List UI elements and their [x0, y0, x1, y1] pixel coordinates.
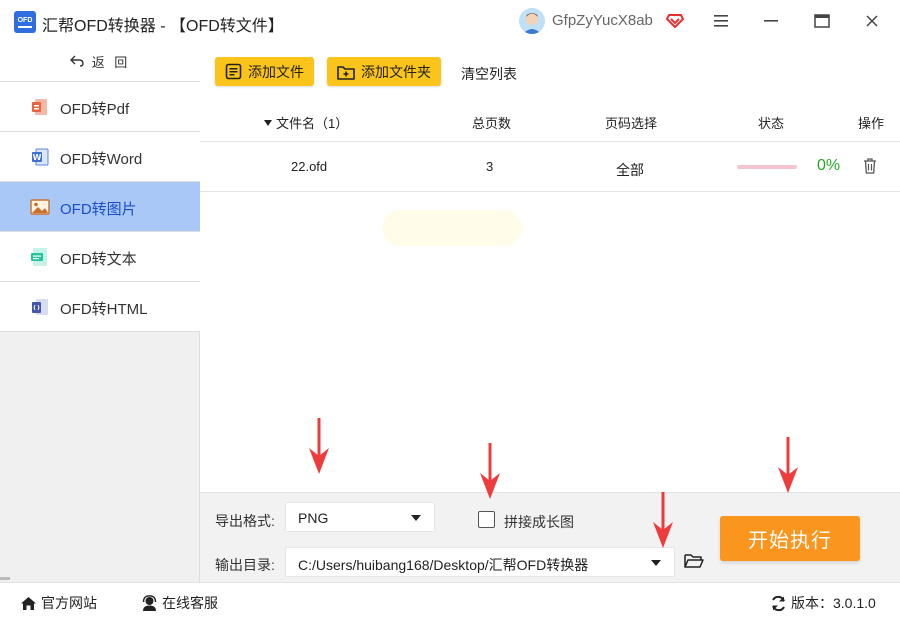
output-dir-label: 输出目录: — [215, 557, 275, 573]
sidebar-item-label: OFD转Word — [60, 151, 143, 168]
app-logo-icon: OFD — [14, 11, 36, 33]
sort-down-icon — [264, 120, 272, 126]
merge-long-image-label[interactable]: 拼接成长图 — [504, 512, 574, 532]
red-arrow-annotation — [653, 492, 673, 548]
sidebar-scroll-indicator — [0, 577, 10, 580]
progress-text: 0% — [817, 157, 841, 174]
app-logo-text: OFD — [17, 16, 33, 24]
file-table-header: 文件名（1） 总页数 页码选择 状态 操作 — [200, 100, 900, 142]
close-button[interactable] — [861, 10, 883, 32]
word-icon: W — [32, 148, 49, 166]
toolbar: 添加文件 添加文件夹 清空列表 — [200, 42, 900, 100]
trash-icon[interactable] — [863, 158, 877, 174]
clear-list-button[interactable]: 清空列表 — [461, 64, 517, 84]
back-button[interactable]: 返 回 — [0, 42, 200, 82]
sidebar-item-label: OFD转文本 — [60, 251, 137, 268]
add-folder-label: 添加文件夹 — [361, 63, 431, 80]
version-info: 版本： 3.0.1.0 — [770, 593, 876, 613]
red-arrow-annotation — [480, 443, 500, 499]
version-label: 版本： — [791, 595, 833, 611]
home-icon — [21, 596, 36, 610]
start-button[interactable]: 开始执行 — [720, 516, 860, 561]
close-icon — [866, 15, 878, 27]
add-folder-icon — [337, 65, 355, 80]
filename-header-text: 文件名（1） — [276, 116, 349, 131]
title-bar: OFD 汇帮OFD转换器 - 【OFD转文件】 GfpZyYucX8ab — [0, 0, 900, 42]
headset-icon — [142, 595, 157, 611]
settings-panel: 导出格式: PNG 拼接成长图 输出目录: C:/Users/huibang16… — [200, 492, 900, 582]
sidebar-item-label: OFD转图片 — [60, 201, 137, 218]
maximize-icon — [814, 14, 830, 28]
format-label: 导出格式: — [215, 513, 275, 529]
column-header-status: 状态 — [758, 116, 785, 131]
red-arrow-annotation — [778, 437, 798, 493]
sidebar-item-label: OFD转HTML — [60, 301, 148, 318]
pdf-icon — [32, 99, 47, 115]
sidebar-item-ofd-to-image[interactable]: OFD转图片 — [0, 182, 200, 232]
cell-filename: 22.ofd — [291, 159, 328, 174]
minimize-icon — [764, 20, 778, 22]
website-label: 官方网站 — [41, 595, 97, 611]
sidebar-item-ofd-to-html[interactable]: OFD转HTML — [0, 282, 200, 332]
add-folder-button[interactable]: 添加文件夹 — [327, 57, 441, 86]
faded-watermark — [382, 210, 522, 246]
add-file-icon — [225, 63, 242, 80]
add-file-label: 添加文件 — [248, 63, 304, 80]
cell-pages: 3 — [486, 159, 494, 174]
sidebar-item-ofd-to-pdf[interactable]: OFD转Pdf — [0, 82, 200, 132]
minimize-button[interactable] — [760, 10, 782, 32]
output-dir-select[interactable]: C:/Users/huibang168/Desktop/汇帮OFD转换器 — [285, 547, 675, 577]
sidebar-item-label: OFD转Pdf — [60, 101, 130, 118]
sidebar-item-ofd-to-word[interactable]: W OFD转Word — [0, 132, 200, 182]
menu-button[interactable] — [710, 10, 732, 32]
table-row[interactable]: 22.ofd 3 全部 0% — [200, 142, 900, 192]
format-value: PNG — [298, 510, 329, 526]
sidebar: 返 回 OFD转Pdf W OFD转Word OFD转图片 OFD转文本 OFD… — [0, 42, 200, 582]
hamburger-icon — [714, 15, 728, 27]
support-label: 在线客服 — [162, 595, 218, 611]
main-panel: 添加文件 添加文件夹 清空列表 文件名（1） 总页数 页码选择 状态 操作 22… — [200, 42, 900, 492]
back-label: 返 回 — [91, 55, 131, 70]
column-header-page-select: 页码选择 — [605, 116, 658, 131]
red-arrow-annotation — [309, 418, 329, 474]
version-number: 3.0.1.0 — [833, 595, 876, 611]
cell-page-select[interactable]: 全部 — [616, 160, 644, 180]
username[interactable]: GfpZyYucX8ab — [552, 12, 653, 29]
svg-text:W: W — [33, 153, 42, 162]
image-icon — [30, 199, 50, 215]
status-bar: 官方网站 在线客服 版本： 3.0.1.0 — [0, 582, 900, 617]
text-icon — [31, 248, 47, 266]
maximize-button[interactable] — [811, 10, 833, 32]
output-dir-value: C:/Users/huibang168/Desktop/汇帮OFD转换器 — [298, 557, 589, 573]
refresh-icon[interactable] — [770, 595, 787, 612]
avatar-icon — [519, 8, 545, 34]
window-title: 汇帮OFD转换器 - 【OFD转文件】 — [42, 18, 284, 35]
website-link[interactable]: 官方网站 — [20, 593, 97, 613]
column-header-action: 操作 — [858, 116, 885, 131]
format-select[interactable]: PNG — [285, 502, 435, 532]
user-avatar[interactable] — [519, 8, 545, 34]
chevron-down-icon — [411, 515, 421, 521]
html-icon — [32, 299, 48, 315]
column-header-filename[interactable]: 文件名（1） — [264, 113, 348, 132]
add-file-button[interactable]: 添加文件 — [215, 57, 314, 86]
column-header-pages: 总页数 — [472, 116, 512, 131]
sidebar-item-ofd-to-text[interactable]: OFD转文本 — [0, 232, 200, 282]
open-folder-icon[interactable] — [684, 553, 704, 569]
support-link[interactable]: 在线客服 — [141, 593, 218, 613]
progress-bar — [737, 165, 797, 169]
back-arrow-icon — [69, 54, 84, 70]
merge-long-image-checkbox[interactable] — [478, 511, 495, 528]
vip-diamond-icon[interactable] — [666, 11, 684, 29]
chevron-down-icon — [651, 560, 661, 566]
